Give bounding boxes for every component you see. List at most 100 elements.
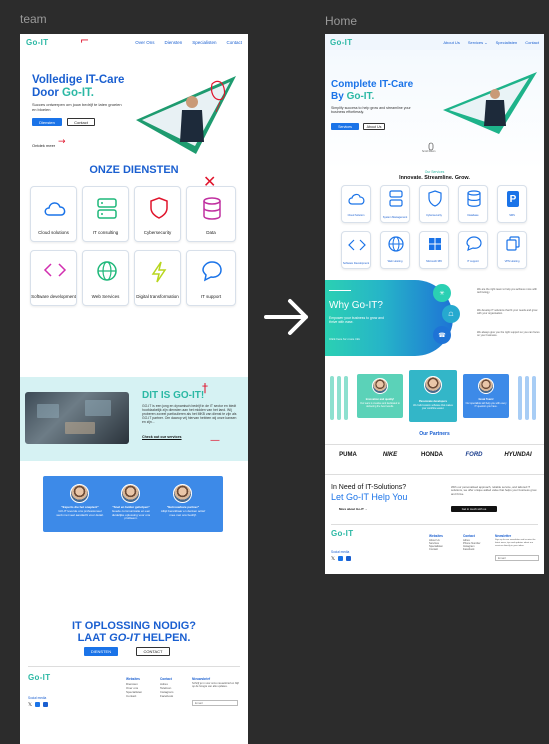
services-kicker: Our Services (424, 170, 445, 174)
service-card-digital[interactable]: Digital transformation (134, 250, 181, 306)
hero-about-button[interactable]: About Us (363, 123, 385, 130)
service-card-data[interactable]: Data (186, 186, 236, 242)
footer-col2-item[interactable]: Facebook (160, 694, 173, 698)
team-card[interactable]: Innovation and quality! Our team is crea… (357, 374, 403, 418)
nav-item-over-ons[interactable]: Over Ons (135, 40, 154, 45)
team-card[interactable]: Passionate developers We build custom so… (409, 370, 457, 422)
service-label: Web Hosting (387, 260, 403, 263)
shield-icon (428, 190, 442, 207)
hero-services-button[interactable]: Diensten (32, 118, 62, 126)
service-card[interactable]: Cloud Solution (341, 185, 371, 223)
nav-item-specialisten[interactable]: Specialisten (192, 40, 216, 45)
annotation-mark: → (58, 137, 66, 147)
newsletter-email-input[interactable] (192, 700, 238, 706)
service-label: Cloud Solution (347, 214, 365, 217)
team-card[interactable]: Great Team! Our specialists will help yo… (463, 374, 509, 418)
service-card[interactable]: System Management (380, 185, 410, 223)
testimonial-body: Altijd bereikbaar en denken actief mee m… (160, 509, 206, 517)
decor-stripe (518, 376, 522, 420)
cta-link[interactable]: More about Go-IT → (339, 507, 368, 511)
hero-services-button[interactable]: Services (331, 123, 359, 130)
partner-logo-hyundai: HYUNDAI (504, 452, 532, 458)
scroll-hint[interactable]: Ontdek meer (32, 143, 55, 148)
why-link[interactable]: Click here for more info (329, 337, 360, 341)
hero-title: Complete IT-Care By Go-IT. (331, 79, 414, 102)
code-icon (43, 263, 67, 277)
facebook-icon[interactable] (346, 556, 352, 561)
service-card-support[interactable]: IT support (186, 250, 236, 306)
footer-col1-item[interactable]: Contact (429, 548, 438, 551)
why-point: We always give you the right support so … (477, 331, 540, 338)
service-card[interactable]: P SMS (497, 185, 527, 223)
service-card[interactable]: Software Development (341, 231, 371, 269)
chat-icon (466, 236, 482, 251)
service-card-it-consulting[interactable]: IT consulting (82, 186, 129, 242)
nav-item-contact[interactable]: Contact (525, 40, 539, 45)
server-icon (97, 198, 117, 219)
cta-contact-button[interactable]: CONTACT (136, 647, 170, 656)
nav-item-services[interactable]: Services ⌄ (468, 40, 488, 45)
footer-divider (331, 524, 538, 525)
nav-item-about[interactable]: About Us (443, 40, 459, 45)
cta-button[interactable]: Get in touch with us (451, 506, 497, 512)
hero-subtitle: Simplify success to help grow and stream… (331, 106, 411, 114)
instagram-icon[interactable] (338, 556, 344, 561)
cloud-icon (348, 193, 365, 205)
partner-logo-puma: PUMA (339, 452, 357, 458)
annotation-mark: ⌐ (80, 34, 90, 47)
about-link[interactable]: Check out our services (142, 435, 182, 439)
footer-logo[interactable]: Go-IT (331, 529, 353, 538)
avatar (70, 484, 89, 503)
instagram-icon[interactable] (35, 702, 41, 707)
service-card-software[interactable]: Software development (30, 250, 77, 306)
service-label: IT support (467, 260, 479, 263)
testimonial-body: Goede communicatie en een duidelijke opl… (111, 509, 151, 521)
database-icon (467, 190, 481, 207)
partners-divider (325, 474, 544, 475)
x-icon[interactable]: 𝕏 (28, 702, 32, 708)
newsletter-email-input[interactable] (495, 555, 539, 561)
cta-services-button[interactable]: DIENSTEN (84, 647, 118, 656)
home-frame: Go-IT About Us Services ⌄ Specialisten C… (325, 34, 544, 574)
cta-title: In Need of IT-Solutions? (331, 484, 407, 491)
service-label: IT support (200, 294, 222, 299)
social-label: Social media (28, 696, 47, 700)
frame-label-team: team (20, 12, 47, 26)
code-icon (348, 239, 366, 251)
service-card[interactable]: VPN Hosting (497, 231, 527, 269)
why-body: Empower your business to grow and thrive… (329, 316, 384, 324)
logo[interactable]: Go-IT (26, 38, 48, 47)
x-icon[interactable]: 𝕏 (331, 556, 335, 562)
service-card-web[interactable]: Web Services (82, 250, 129, 306)
footer-col3-title: Newsletter (495, 534, 512, 538)
service-card-cloud[interactable]: Cloud solutions (30, 186, 77, 242)
decor-stripe (532, 376, 536, 420)
team-photo (25, 392, 129, 444)
footer-col3-title: Nieuwsbrief (192, 677, 211, 681)
why-point: We develop IT solutions that fit your ne… (477, 309, 538, 316)
service-card[interactable]: Database (458, 185, 488, 223)
decor-stripe (344, 376, 348, 420)
footer-logo[interactable]: Go-IT (28, 673, 50, 682)
service-card[interactable]: Cybersecurity (419, 185, 449, 223)
scroll-hint[interactable]: Scroll Down (422, 150, 435, 154)
facebook-icon[interactable] (43, 702, 49, 707)
team-frame: Go-IT Over Ons Diensten Specialisten Con… (20, 34, 248, 744)
windows-icon (429, 238, 441, 250)
nav-item-specialisten[interactable]: Specialisten (496, 40, 518, 45)
service-card-cybersecurity[interactable]: Cybersecurity (134, 186, 181, 242)
hero-contact-button[interactable]: Contact (67, 118, 95, 126)
nav-item-diensten[interactable]: Diensten (164, 40, 182, 45)
globe-icon (388, 236, 404, 252)
service-label: Software development (31, 294, 76, 299)
service-card[interactable]: Web Hosting (380, 231, 410, 269)
nav-item-contact[interactable]: Contact (226, 40, 242, 45)
service-card[interactable]: Microsoft 365 (419, 231, 449, 269)
cta-subtitle: Let Go-IT Help You (331, 492, 408, 502)
footer-col2-item[interactable]: Facebook (463, 548, 474, 551)
footer-col1-item[interactable]: Contact (126, 694, 136, 698)
logo[interactable]: Go-IT (330, 38, 352, 47)
service-card[interactable]: IT support (458, 231, 488, 269)
testimonial-body: GO-IT leverde ons professioneel werk met… (56, 509, 104, 517)
service-label: Data (206, 230, 216, 235)
